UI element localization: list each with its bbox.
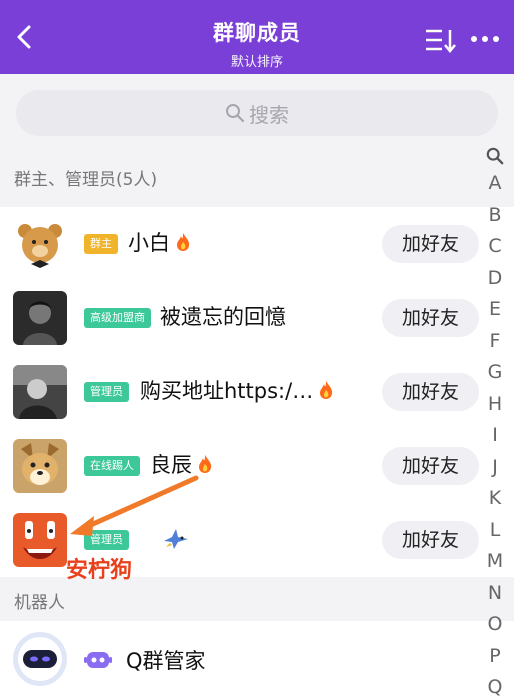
index-letter[interactable]: C <box>480 231 510 263</box>
index-letter[interactable]: K <box>480 483 510 515</box>
avatar <box>13 632 67 686</box>
member-name: 小白 <box>128 231 170 255</box>
index-letter[interactable]: B <box>480 200 510 232</box>
index-letter[interactable]: E <box>480 294 510 326</box>
alphabet-index[interactable]: ABCDEFGHIJKLMNOPQ <box>480 140 510 700</box>
fire-icon <box>320 381 333 399</box>
index-letter[interactable]: A <box>480 168 510 200</box>
index-letter[interactable]: Q <box>480 672 510 700</box>
robot-icon <box>84 652 112 668</box>
bot-name: Q群管家 <box>126 649 206 673</box>
avatar <box>13 365 67 419</box>
annotation-label: 安柠狗 <box>66 558 133 583</box>
more-options-icon[interactable] <box>470 32 500 46</box>
bot-row[interactable]: Q群管家 <box>0 621 514 695</box>
role-badge: 管理员 <box>84 382 129 402</box>
index-letter[interactable]: L <box>480 515 510 547</box>
search-icon <box>226 104 245 123</box>
search-input[interactable]: 搜索 <box>16 90 498 136</box>
avatar <box>13 439 67 493</box>
index-letter[interactable]: F <box>480 326 510 358</box>
avatar <box>13 217 67 271</box>
member-name: 购买地址https:/… <box>140 379 314 403</box>
avatar <box>13 291 67 345</box>
index-letter[interactable]: G <box>480 357 510 389</box>
index-letter[interactable]: H <box>480 389 510 421</box>
index-letter[interactable]: N <box>480 578 510 610</box>
top-bar: 群聊成员 默认排序 <box>0 0 514 74</box>
index-letter[interactable]: O <box>480 609 510 641</box>
section-header-admins: 群主、管理员(5人) <box>0 154 514 207</box>
search-placeholder: 搜索 <box>249 102 289 127</box>
member-row[interactable]: 群主 小白 加好友 <box>0 207 514 281</box>
member-name: 被遗忘的回憶 <box>160 305 286 329</box>
index-letter[interactable]: P <box>480 641 510 673</box>
fire-icon <box>177 233 190 251</box>
index-letter[interactable]: I <box>480 420 510 452</box>
add-friend-button[interactable]: 加好友 <box>382 299 479 337</box>
member-row[interactable]: 高级加盟商 被遗忘的回憶 加好友 <box>0 281 514 355</box>
index-letter[interactable]: J <box>480 452 510 484</box>
role-badge: 群主 <box>84 234 118 254</box>
index-letter[interactable]: D <box>480 263 510 295</box>
member-row[interactable]: 管理员 购买地址https:/… 加好友 <box>0 355 514 429</box>
add-friend-button[interactable]: 加好友 <box>382 373 479 411</box>
add-friend-button[interactable]: 加好友 <box>382 447 479 485</box>
role-badge: 高级加盟商 <box>84 308 151 328</box>
index-search-icon[interactable] <box>480 140 510 168</box>
avatar <box>13 513 67 567</box>
sort-icon[interactable] <box>424 28 456 54</box>
annotation-arrow <box>70 475 199 536</box>
add-friend-button[interactable]: 加好友 <box>382 225 479 263</box>
index-letter[interactable]: M <box>480 546 510 578</box>
add-friend-button[interactable]: 加好友 <box>382 521 479 559</box>
bot-list: Q群管家 <box>0 621 514 700</box>
